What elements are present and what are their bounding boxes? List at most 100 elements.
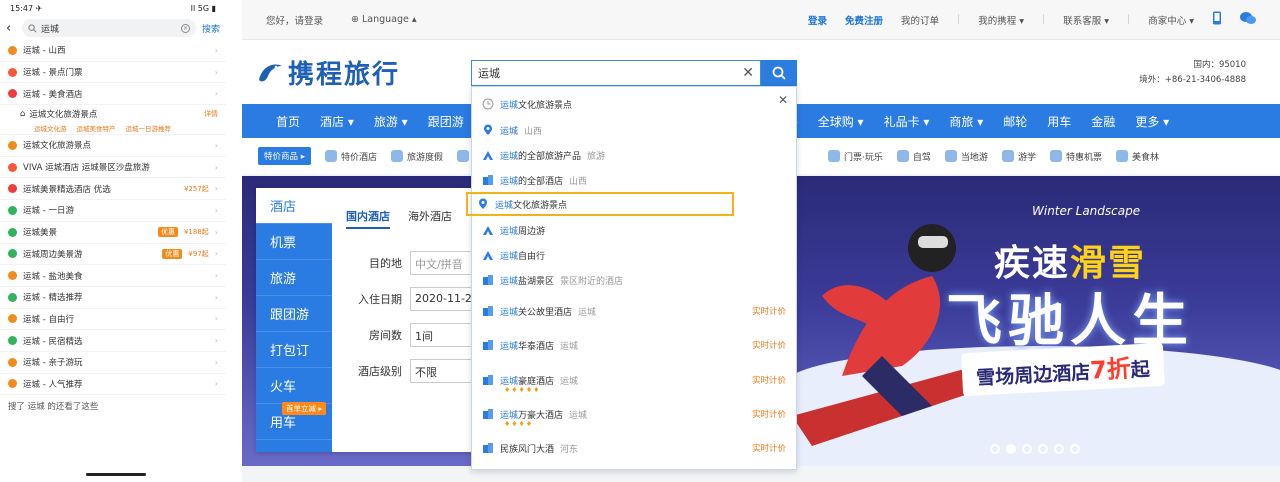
list-item[interactable]: 运城 - 景点门票 › xyxy=(0,62,226,84)
special-offers-badge[interactable]: 特价商品 ▸ xyxy=(258,147,311,165)
welcome-link[interactable]: 您好，请登录 xyxy=(266,13,323,27)
nav-item[interactable]: 邮轮 xyxy=(993,113,1037,130)
list-item[interactable]: 运城 - 自由行 › xyxy=(0,309,226,331)
suggestion-type-icon xyxy=(8,45,17,55)
form-input[interactable]: 2020-11-27 xyxy=(410,287,480,311)
list-item[interactable]: 运城 - 亲子游玩 › xyxy=(0,352,226,374)
dropdown-item[interactable]: 运城豪庭酒店 运城 实时计价 ♦♦♦♦♦ xyxy=(472,369,796,394)
form-input[interactable]: 中文/拼音 xyxy=(410,251,480,275)
realtime-price-link[interactable]: 实时计价 xyxy=(752,339,786,351)
merchant-menu[interactable]: 商家中心 ▾ xyxy=(1148,13,1194,27)
language-selector[interactable]: ⊕ Language ▴ xyxy=(351,14,417,25)
sub-item-tag[interactable]: 运城文化游 xyxy=(34,123,67,133)
dropdown-item[interactable]: 民族风门大酒 河东 实时计价 xyxy=(472,437,796,459)
tab-domestic-hotel[interactable]: 国内酒店 xyxy=(346,208,390,229)
dropdown-item[interactable]: 运城的全部旅游产品 旅游 xyxy=(472,144,796,166)
dropdown-item[interactable]: 运城 山西 xyxy=(472,119,796,141)
booking-tab[interactable]: 旅游 xyxy=(256,260,332,296)
subnav-item[interactable]: 特价酒店 xyxy=(324,150,377,163)
customer-service-menu[interactable]: 联系客服 ▾ xyxy=(1063,13,1109,27)
dropdown-item[interactable]: 运城文化旅游景点 xyxy=(466,192,734,216)
chat-icon[interactable] xyxy=(1240,11,1256,28)
list-item[interactable]: 运城 - 民宿精选 › xyxy=(0,330,226,352)
dropdown-item[interactable]: 运城盐湖景区 景区附近的酒店 xyxy=(472,269,796,291)
nav-item[interactable]: 首页 xyxy=(266,113,310,130)
dropdown-item[interactable]: 运城华泰酒店 运城 实时计价 xyxy=(472,334,796,356)
list-item[interactable]: 运城 - 一日游 › xyxy=(0,200,226,222)
subnav-item[interactable]: 旅游度假 xyxy=(391,150,443,163)
realtime-price-link[interactable]: 实时计价 xyxy=(752,374,786,386)
list-item[interactable]: 运城周边美景游 优惠 ¥97起 › xyxy=(0,244,226,266)
subnav-item[interactable]: 门票·玩乐 xyxy=(828,150,883,163)
subnav-item[interactable]: 游学 xyxy=(1001,150,1036,163)
subnav-item[interactable]: 美食林 xyxy=(1115,150,1159,163)
list-item-expanded[interactable]: ⌂ 运城文化旅游景点 详情 运城文化游 运城美食特产 运城一日游推荐 xyxy=(0,105,226,136)
sub-item-tag[interactable]: 运城一日游推荐 xyxy=(126,123,172,133)
nav-item[interactable]: 更多 ▾ xyxy=(1125,113,1179,130)
booking-tab[interactable]: 火车 xyxy=(256,368,332,404)
list-item[interactable]: 运城 - 人气推荐 › xyxy=(0,374,226,396)
subnav-item[interactable]: 当地游 xyxy=(944,150,988,163)
nav-item[interactable]: 用车 xyxy=(1037,113,1081,130)
nav-item[interactable]: 跟团游 xyxy=(418,113,474,130)
form-input[interactable]: 不限 xyxy=(410,359,480,383)
realtime-price-link[interactable]: 实时计价 xyxy=(752,305,786,317)
list-item[interactable]: 运城 - 盐池美食 › xyxy=(0,265,226,287)
nav-item[interactable]: 酒店 ▾ xyxy=(310,113,364,130)
dropdown-item[interactable]: 运城的全部酒店 山西 xyxy=(472,169,796,191)
form-input[interactable]: 1间 xyxy=(410,323,480,347)
realtime-price-link[interactable]: 实时计价 xyxy=(752,442,786,454)
dropdown-item[interactable]: 运城自由行 xyxy=(472,244,796,266)
orders-link[interactable]: 我的订单 xyxy=(901,13,939,27)
booking-tab[interactable]: 酒店 xyxy=(256,188,332,224)
mobile-icon[interactable] xyxy=(1212,11,1222,28)
nav-item[interactable]: 礼品卡 ▾ xyxy=(874,113,940,130)
booking-tab[interactable]: 打包订 xyxy=(256,332,332,368)
hotel-rating: ♦♦♦♦ xyxy=(504,420,534,428)
list-item[interactable]: 运城 - 美食酒店 › xyxy=(0,83,226,106)
dropdown-item[interactable]: 运城万豪大酒店 运城 实时计价 ♦♦♦♦ xyxy=(472,403,796,428)
carousel-dot[interactable] xyxy=(1038,444,1048,454)
sub-item-link[interactable]: 详情 xyxy=(204,109,218,119)
clear-icon[interactable]: × xyxy=(180,23,190,33)
subnav-item[interactable]: 自驾 xyxy=(896,150,931,163)
list-item-price: ¥257起 xyxy=(183,184,209,193)
nav-item[interactable]: 旅游 ▾ xyxy=(364,113,418,130)
list-item[interactable]: 运城美景 优惠 ¥188起 › xyxy=(0,222,226,244)
dropdown-item[interactable]: 运城关公故里酒店 运城 实时计价 xyxy=(472,300,796,322)
dropdown-item-keyword: 运城 xyxy=(500,151,519,162)
carousel-dot[interactable] xyxy=(990,444,1000,454)
nav-item[interactable]: 全球购 ▾ xyxy=(808,113,874,130)
realtime-price-link[interactable]: 实时计价 xyxy=(752,408,786,420)
list-item[interactable]: 运城 - 精选推荐 › xyxy=(0,287,226,309)
register-link[interactable]: 免费注册 xyxy=(845,13,883,27)
sub-item-tag[interactable]: 运城美食特产 xyxy=(77,123,116,133)
carousel-dot[interactable] xyxy=(1054,444,1064,454)
site-search-button[interactable] xyxy=(761,60,797,86)
booking-tab[interactable]: 机票 xyxy=(256,224,332,260)
list-item[interactable]: 运城美景精选酒店 优选 ¥257起 › xyxy=(0,178,226,201)
nav-item[interactable]: 商旅 ▾ xyxy=(939,113,993,130)
ctrip-logo[interactable]: 携程旅行 xyxy=(256,54,400,91)
dropdown-item[interactable]: 运城周边游 xyxy=(472,219,796,241)
site-search-input[interactable]: 运城 ✕ xyxy=(471,60,761,86)
related-searches[interactable]: 搜了 运城 的还看了这些 xyxy=(0,395,226,417)
subnav-item[interactable]: 特惠机票 xyxy=(1049,150,1102,163)
nav-item[interactable]: 金融 xyxy=(1081,113,1125,130)
back-icon[interactable]: ‹ xyxy=(6,21,16,36)
phone-search-input[interactable]: 运城 × xyxy=(22,19,196,37)
tab-overseas-hotel[interactable]: 海外酒店 xyxy=(408,208,452,229)
list-item[interactable]: 运城 - 山西 › xyxy=(0,40,226,62)
carousel-dot[interactable] xyxy=(1070,444,1080,454)
dropdown-item[interactable]: 运城文化旅游景点 xyxy=(472,93,796,115)
promo-tag[interactable]: 首单立减 ▸ xyxy=(282,402,327,415)
my-ctrip-menu[interactable]: 我的携程 ▾ xyxy=(978,13,1024,27)
list-item[interactable]: VIVA 运城酒店 运城景区沙盘旅游 › xyxy=(0,157,226,179)
phone-search-button[interactable]: 搜索 xyxy=(202,22,220,35)
clear-search-icon[interactable]: ✕ xyxy=(742,65,754,81)
login-link[interactable]: 登录 xyxy=(808,13,827,27)
carousel-dot[interactable] xyxy=(1006,444,1016,454)
booking-tab[interactable]: 跟团游 xyxy=(256,296,332,332)
carousel-dot[interactable] xyxy=(1022,444,1032,454)
list-item[interactable]: 运城文化旅游景点 › xyxy=(0,135,226,157)
